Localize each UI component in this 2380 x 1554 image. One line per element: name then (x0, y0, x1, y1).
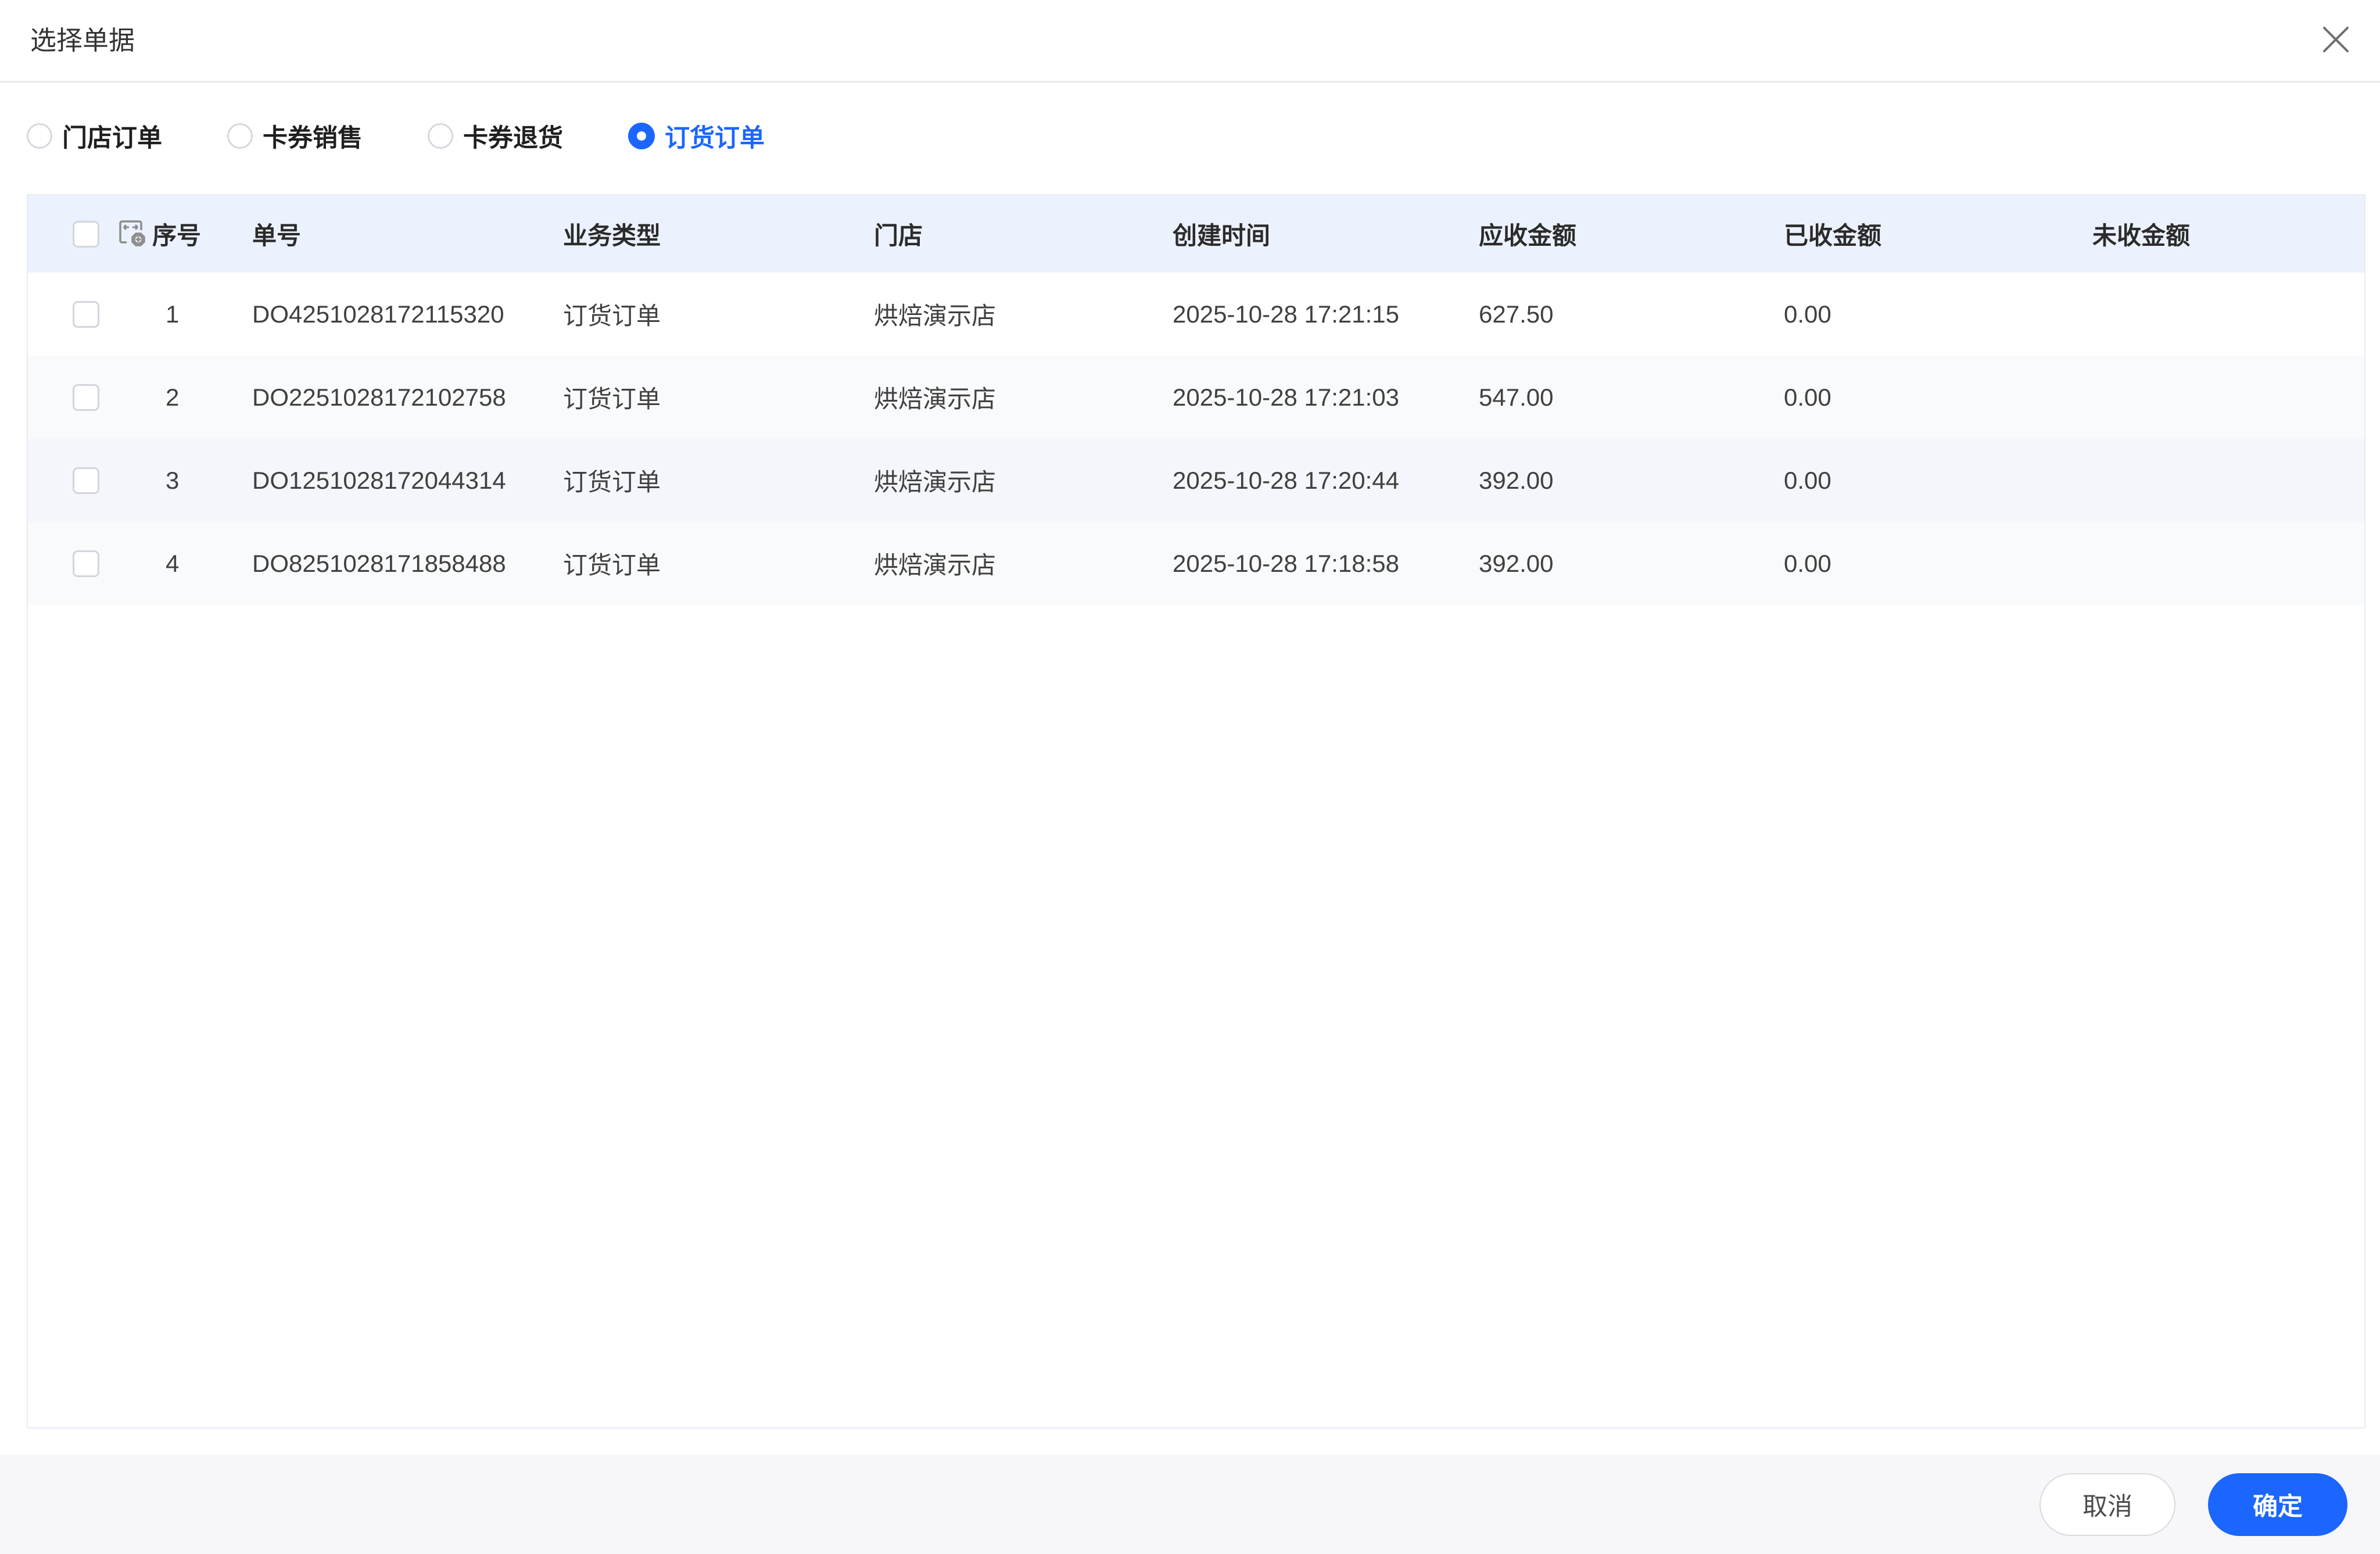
cell-created-at: 2025-10-28 17:18:58 (1173, 549, 1399, 577)
cell-received: 0.00 (1784, 300, 1831, 328)
table-row[interactable]: 3 DO1251028172044314 订货订单 烘焙演示店 2025-10-… (28, 439, 2364, 522)
column-header-store: 门店 (874, 222, 923, 249)
row-checkbox[interactable] (73, 550, 99, 577)
cell-index: 2 (166, 383, 180, 411)
cell-business-type: 订货订单 (563, 468, 661, 496)
radio-label: 订货订单 (665, 124, 765, 152)
table-header-row: 序号 单号 业务类型 门店 创建时间 应收金额 已收金额 未收金额 (28, 195, 2364, 273)
radio-coupon-return[interactable]: 卡券退货 (428, 118, 563, 154)
cell-store: 烘焙演示店 (874, 468, 997, 496)
dialog-header: 选择单据 (0, 0, 2380, 83)
dialog-footer: 取消 确定 (0, 1455, 2380, 1554)
cell-index: 3 (166, 466, 180, 494)
cell-business-type: 订货订单 (563, 302, 661, 330)
column-header-label: 序号 (152, 222, 202, 249)
cell-created-at: 2025-10-28 17:21:03 (1173, 383, 1399, 411)
row-checkbox[interactable] (73, 467, 99, 494)
radio-circle-icon (227, 123, 253, 149)
confirm-button[interactable]: 确定 (2208, 1473, 2347, 1536)
cell-receivable: 392.00 (1479, 549, 1554, 577)
cell-receivable: 627.50 (1479, 300, 1554, 328)
radio-circle-icon (27, 123, 52, 149)
cell-received: 0.00 (1784, 549, 1831, 577)
row-checkbox[interactable] (73, 384, 99, 411)
cell-received: 0.00 (1784, 466, 1831, 494)
dialog-title: 选择单据 (30, 26, 135, 55)
cell-receivable: 392.00 (1479, 466, 1554, 494)
column-header-index: 序号 (116, 216, 252, 252)
radio-label: 卡券退货 (463, 124, 563, 152)
column-header-order-no: 单号 (252, 222, 302, 249)
select-all-checkbox[interactable] (73, 220, 99, 248)
column-header-created-at: 创建时间 (1173, 222, 1271, 249)
radio-store-order[interactable]: 门店订单 (27, 118, 162, 154)
column-header-business-type: 业务类型 (563, 222, 661, 249)
row-checkbox[interactable] (73, 300, 99, 328)
cancel-button[interactable]: 取消 (2040, 1473, 2175, 1536)
table-row[interactable]: 2 DO2251028172102758 订货订单 烘焙演示店 2025-10-… (28, 356, 2364, 439)
column-header-unreceived: 未收金额 (2092, 222, 2191, 249)
cell-order-no: DO2251028172102758 (252, 383, 506, 411)
cell-store: 烘焙演示店 (874, 302, 997, 330)
cell-business-type: 订货订单 (563, 552, 661, 579)
cell-order-no: DO8251028171858488 (252, 549, 506, 577)
table-row[interactable]: 4 DO8251028171858488 订货订单 烘焙演示店 2025-10-… (28, 522, 2364, 605)
cell-order-no: DO4251028172115320 (252, 300, 504, 328)
cell-store: 烘焙演示店 (874, 552, 997, 579)
cell-receivable: 547.00 (1479, 383, 1554, 411)
table-row[interactable]: 1 DO4251028172115320 订货订单 烘焙演示店 2025-10-… (28, 273, 2364, 356)
column-header-received: 已收金额 (1784, 222, 1882, 249)
cell-index: 1 (166, 300, 180, 328)
column-header-receivable: 应收金额 (1479, 222, 1577, 249)
column-settings-icon[interactable] (116, 217, 146, 251)
radio-label: 卡券销售 (263, 124, 363, 152)
cell-store: 烘焙演示店 (874, 385, 997, 413)
radio-purchase-order[interactable]: 订货订单 (628, 118, 765, 154)
radio-label: 门店订单 (62, 124, 162, 152)
radio-circle-icon (428, 123, 453, 149)
close-button[interactable] (2320, 23, 2352, 56)
cell-business-type: 订货订单 (563, 385, 661, 413)
cell-order-no: DO1251028172044314 (252, 466, 506, 494)
radio-selected-icon (628, 123, 655, 149)
document-type-radio-group: 门店订单 卡券销售 卡券退货 订货订单 (27, 118, 830, 154)
cell-created-at: 2025-10-28 17:21:15 (1173, 300, 1399, 328)
cell-index: 4 (166, 549, 180, 577)
close-icon (2323, 27, 2349, 52)
cell-created-at: 2025-10-28 17:20:44 (1173, 466, 1399, 494)
cell-received: 0.00 (1784, 383, 1831, 411)
radio-coupon-sale[interactable]: 卡券销售 (227, 118, 363, 154)
documents-table: 序号 单号 业务类型 门店 创建时间 应收金额 已收金额 未收金额 1 DO42… (27, 194, 2365, 1428)
